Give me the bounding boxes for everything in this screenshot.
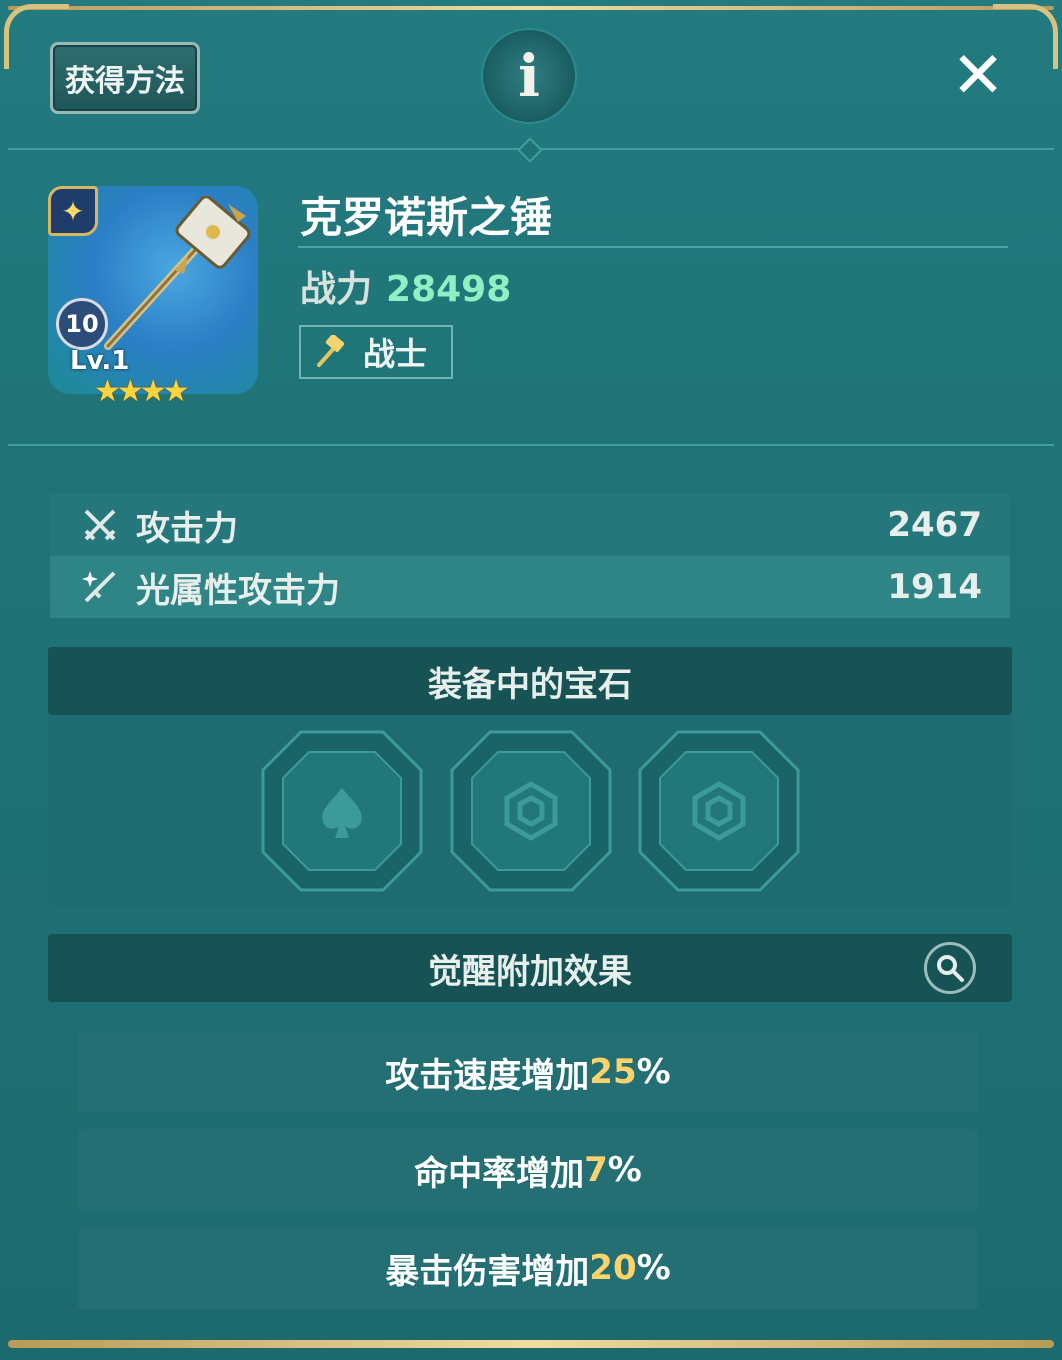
name-divider [298,246,1008,248]
effect-row: 暴击伤害增加 20% [78,1227,978,1309]
stat-label: 光属性攻击力 [136,570,340,611]
stat-value: 1914 [887,567,982,607]
stat-label: 攻击力 [136,508,238,549]
gem-slot-3[interactable] [638,730,800,892]
gem-slot-1[interactable] [261,730,423,892]
warrior-hammer-icon [317,335,345,367]
section-divider [8,444,1054,446]
star-rating: ★★★★ [94,374,190,409]
combat-power: 战力 28498 [300,260,511,312]
info-icon[interactable]: i [481,28,577,124]
effect-value: 7 [584,1150,608,1190]
acquire-method-button[interactable]: 获得方法 [50,42,200,114]
class-tag: 战士 [299,325,453,379]
equipped-gems-title: 装备中的宝石 [428,664,632,705]
effect-row: 命中率增加 7% [78,1129,978,1211]
stat-value: 2467 [887,505,982,545]
item-level: Lv.1 [70,346,130,376]
effect-value: 20 [589,1248,637,1288]
awakening-effects-title: 觉醒附加效果 [428,951,632,992]
effect-text: 攻击速度增加 [385,1055,590,1096]
panel-frame-bottom [8,1340,1054,1348]
gem-slot-2[interactable] [450,730,612,892]
equipped-gems-header: 装备中的宝石 [48,647,1012,715]
item-detail-panel: 获得方法 i ✕ ✦ 10 Lv.1 ★★★★ 克罗诺斯之锤 战力 28498 战… [0,0,1062,1360]
item-icon[interactable]: ✦ 10 Lv.1 ★★★★ [48,186,258,409]
class-label: 战士 [363,335,428,373]
effect-suffix: % [636,1248,671,1288]
combat-power-value: 28498 [386,269,512,310]
effect-text: 暴击伤害增加 [385,1251,590,1292]
effect-suffix: % [636,1052,671,1092]
crossed-swords-icon [82,507,124,543]
close-icon[interactable]: ✕ [946,44,1010,108]
light-sword-icon [82,569,124,605]
search-icon[interactable] [924,942,976,994]
combat-power-label: 战力 [300,269,373,310]
effect-suffix: % [607,1150,642,1190]
awakening-effects-header: 觉醒附加效果 [48,934,1012,1002]
divider-ornament [517,137,543,163]
effect-value: 25 [589,1052,637,1092]
stat-row-light-attack: 光属性攻击力 1914 [50,556,1010,618]
item-name: 克罗诺斯之锤 [300,193,553,242]
effect-text: 命中率增加 [414,1153,585,1194]
hammer-icon [104,196,251,350]
effect-row: 攻击速度增加 25% [78,1031,978,1113]
panel-frame-top [8,6,1054,10]
enhance-level-badge: 10 [56,298,108,350]
stat-row-attack: 攻击力 2467 [50,494,1010,556]
item-type-badge-icon: ✦ [48,186,98,236]
